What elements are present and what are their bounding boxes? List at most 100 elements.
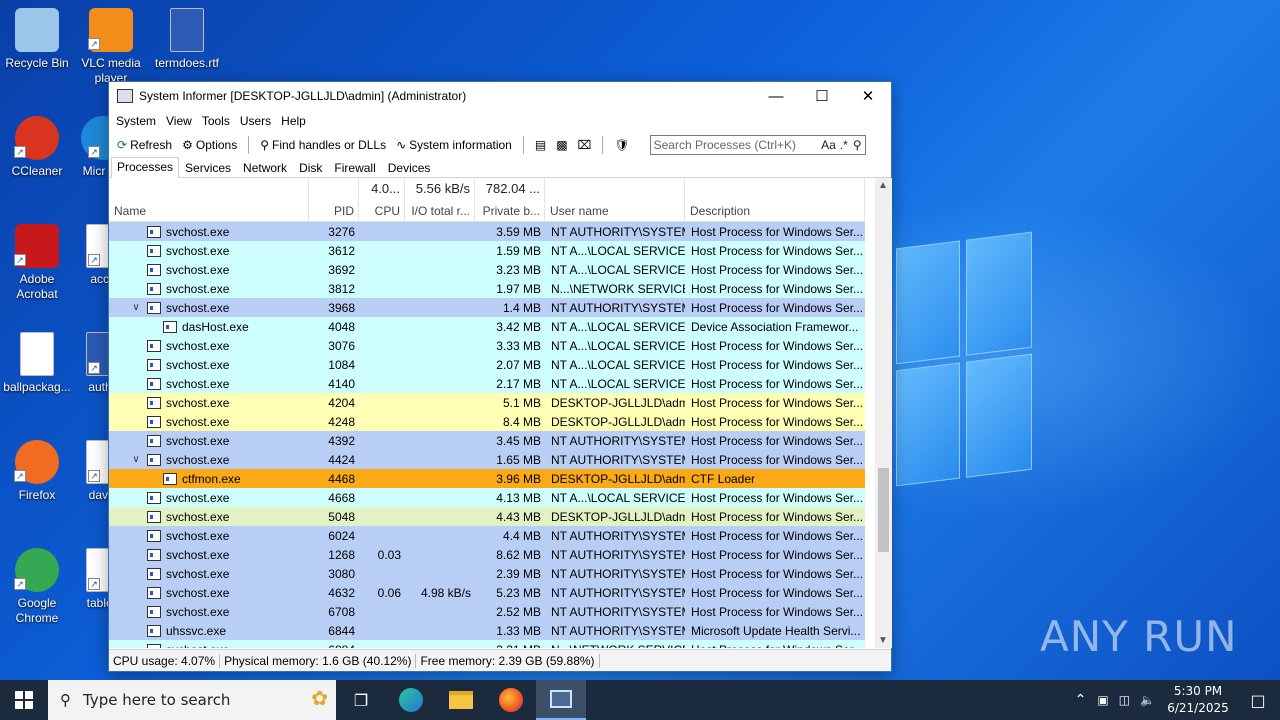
kill-window-button[interactable]: ⌧ <box>574 136 596 154</box>
column-cpu[interactable]: 4.0... CPU <box>359 178 405 222</box>
tab-network[interactable]: Network <box>237 158 293 177</box>
menu-tools[interactable]: Tools <box>197 114 235 128</box>
scroll-up-icon[interactable]: ▲ <box>878 180 888 191</box>
search-processes-input[interactable]: Search Processes (Ctrl+K) Aa .* ⚲ <box>649 135 866 155</box>
process-user-cell: NT A...\LOCAL SERVICE <box>551 357 685 372</box>
process-row[interactable]: dasHost.exe 4048 3.42 MB NT A...\LOCAL SERV… <box>109 317 865 336</box>
minimize-button[interactable]: — <box>753 82 799 110</box>
network-icon[interactable]: ◫ <box>1114 693 1135 707</box>
clock-time: 5:30 PM <box>1173 684 1223 698</box>
column-description[interactable]: Description <box>685 178 865 222</box>
taskbar-firefox[interactable] <box>486 680 536 720</box>
process-row[interactable]: svchost.exe 4668 4.13 MB NT A...\LOCAL SERV… <box>109 488 865 507</box>
options-button[interactable]: ⚙ Options <box>178 136 241 154</box>
desktop-icon-recycle[interactable]: Recycle Bin <box>0 8 74 71</box>
meet-now-icon[interactable]: ▣ <box>1092 693 1113 707</box>
title-bar[interactable]: System Informer [DESKTOP-JGLLJLD\admin] … <box>109 82 891 110</box>
vertical-scrollbar[interactable]: ▲ ▼ <box>875 178 892 648</box>
desktop-icon-ccleaner[interactable]: ↗ CCleaner <box>0 116 74 179</box>
menu-users[interactable]: Users <box>235 114 276 128</box>
desktop-icon-termdoes[interactable]: termdoes.rtf <box>150 8 224 71</box>
process-row[interactable]: svchost.exe 3692 3.23 MB NT A...\LOCAL SERV… <box>109 260 865 279</box>
process-row[interactable]: ∨ svchost.exe 3968 1.4 MB NT AUTHORITY\SYSTE… <box>109 298 865 317</box>
chevron-up-icon[interactable]: ⌃ <box>1069 692 1093 708</box>
tab-firewall[interactable]: Firewall <box>328 158 381 177</box>
process-icon <box>147 263 161 276</box>
close-button[interactable]: ✕ <box>845 82 891 110</box>
column-name[interactable]: Name <box>109 178 309 222</box>
system-information-button[interactable]: ∿ System information <box>392 136 516 154</box>
process-row[interactable]: ctfmon.exe 4468 3.96 MB DESKTOP-JGLLJLD\adm… <box>109 469 865 488</box>
taskbar-edge[interactable] <box>386 680 436 720</box>
column-io[interactable]: 5.56 kB/s I/O total r... <box>405 178 475 222</box>
window-icon-button[interactable]: ▤ <box>531 136 550 154</box>
scroll-thumb[interactable] <box>878 468 889 552</box>
taskbar-search-box[interactable]: ⚲ Type here to search ✿ <box>48 680 336 720</box>
process-icon <box>147 225 161 238</box>
column-user-name[interactable]: User name <box>545 178 685 222</box>
refresh-button[interactable]: ⟳ Refresh <box>113 136 176 154</box>
desktop-icon-firefox[interactable]: ↗ Firefox <box>0 440 74 503</box>
process-name-cell: svchost.exe <box>109 586 309 600</box>
start-button[interactable] <box>0 680 48 720</box>
process-row[interactable]: svchost.exe 1084 2.07 MB NT A...\LOCAL SERV… <box>109 355 865 374</box>
process-icon <box>147 396 161 409</box>
shield-button[interactable]: 🛡 <box>610 136 633 154</box>
process-icon <box>147 548 161 561</box>
volume-icon[interactable]: 🔈 <box>1135 693 1160 707</box>
tab-devices[interactable]: Devices <box>382 158 437 177</box>
menu-system[interactable]: System <box>111 114 161 128</box>
clock[interactable]: 5:30 PM 6/21/2025 <box>1160 683 1236 717</box>
process-row[interactable]: svchost.exe 3076 3.33 MB NT A...\LOCAL SERV… <box>109 336 865 355</box>
process-row[interactable]: svchost.exe 3812 1.97 MB N...\NETWORK SERVI… <box>109 279 865 298</box>
desktop-icon-acrobat[interactable]: ↗ Adobe Acrobat <box>0 224 74 302</box>
taskbar-system-informer[interactable] <box>536 680 586 720</box>
process-row[interactable]: svchost.exe 5048 4.43 MB DESKTOP-JGLLJLD\ad… <box>109 507 865 526</box>
scroll-down-icon[interactable]: ▼ <box>878 635 888 646</box>
notifications-icon[interactable]: □ <box>1236 691 1280 710</box>
desktop-icon-ballpackag[interactable]: ballpackag... <box>0 332 74 395</box>
chevron-down-icon[interactable]: ∨ <box>129 454 143 465</box>
desktop-icon-chrome[interactable]: ↗ Google Chrome <box>0 548 74 626</box>
task-view-button[interactable]: ❐ <box>336 680 386 720</box>
process-desc-cell: Host Process for Windows Ser... <box>691 433 864 448</box>
process-mem-cell: 5.1 MB <box>502 395 541 410</box>
process-pid-cell: 4204 <box>328 395 355 410</box>
column-pid[interactable]: PID <box>309 178 359 222</box>
match-case-toggle[interactable]: Aa <box>819 138 838 152</box>
chevron-down-icon[interactable]: ∨ <box>129 302 143 313</box>
process-row[interactable]: svchost.exe 4140 2.17 MB NT A...\LOCAL SERV… <box>109 374 865 393</box>
shortcut-arrow-icon: ↗ <box>14 470 26 482</box>
process-row[interactable]: svchost.exe 4248 8.4 MB DESKTOP-JGLLJLD\adm… <box>109 412 865 431</box>
process-row[interactable]: svchost.exe 4632 0.06 4.98 kB/s 5.23 MB NT AU… <box>109 583 865 602</box>
process-row[interactable]: uhssvc.exe 6844 1.33 MB NT AUTHORITY\SYSTEM… <box>109 621 865 640</box>
process-row[interactable]: svchost.exe 4204 5.1 MB DESKTOP-JGLLJLD\adm… <box>109 393 865 412</box>
process-row[interactable]: svchost.exe 4392 3.45 MB NT AUTHORITY\SYSTE… <box>109 431 865 450</box>
process-pid-cell: 3080 <box>328 566 355 581</box>
tab-services[interactable]: Services <box>179 158 237 177</box>
process-row[interactable]: svchost.exe 1268 0.03 8.62 MB NT AUTHORITY\S… <box>109 545 865 564</box>
find-handles-button[interactable]: ⚲ Find handles or DLLs <box>256 136 390 154</box>
process-row[interactable]: ∨ svchost.exe 4424 1.65 MB NT AUTHORITY\SYST… <box>109 450 865 469</box>
process-row[interactable]: svchost.exe 3612 1.59 MB NT A...\LOCAL SERV… <box>109 241 865 260</box>
menu-help[interactable]: Help <box>276 114 311 128</box>
system-informer-window[interactable]: System Informer [DESKTOP-JGLLJLD\admin] … <box>108 81 892 672</box>
column-private-bytes[interactable]: 782.04 ... Private b... <box>475 178 545 222</box>
process-tree[interactable]: Name PID 4.0... CPU 5.56 kB/s I/O total r.… <box>109 178 865 648</box>
process-icon <box>147 643 161 648</box>
tab-disk[interactable]: Disk <box>293 158 328 177</box>
process-row[interactable]: svchost.exe 6024 4.4 MB NT AUTHORITY\SYSTEM… <box>109 526 865 545</box>
desktop-icon-vlc[interactable]: ↗ VLC media player <box>74 8 148 86</box>
process-row[interactable]: svchost.exe 3080 2.39 MB NT AUTHORITY\SYSTE… <box>109 564 865 583</box>
process-row[interactable]: svchost.exe 6708 2.52 MB NT AUTHORITY\SYSTE… <box>109 602 865 621</box>
search-icon[interactable]: ⚲ <box>850 138 865 152</box>
tab-processes[interactable]: Processes <box>111 157 180 178</box>
process-rows: svchost.exe 3276 3.59 MB NT AUTHORITY\SYSTE… <box>109 222 865 648</box>
process-row[interactable]: svchost.exe 3276 3.59 MB NT AUTHORITY\SYSTE… <box>109 222 865 241</box>
find-window-button[interactable]: ▩ <box>552 136 571 154</box>
process-row[interactable]: svchost.exe 6884 3.21 MBN...\NETWORK SERVI… <box>109 640 865 648</box>
taskbar-file-explorer[interactable] <box>436 680 486 720</box>
regex-toggle[interactable]: .* <box>838 138 850 152</box>
maximize-button[interactable]: ☐ <box>799 82 845 110</box>
menu-view[interactable]: View <box>161 114 197 128</box>
